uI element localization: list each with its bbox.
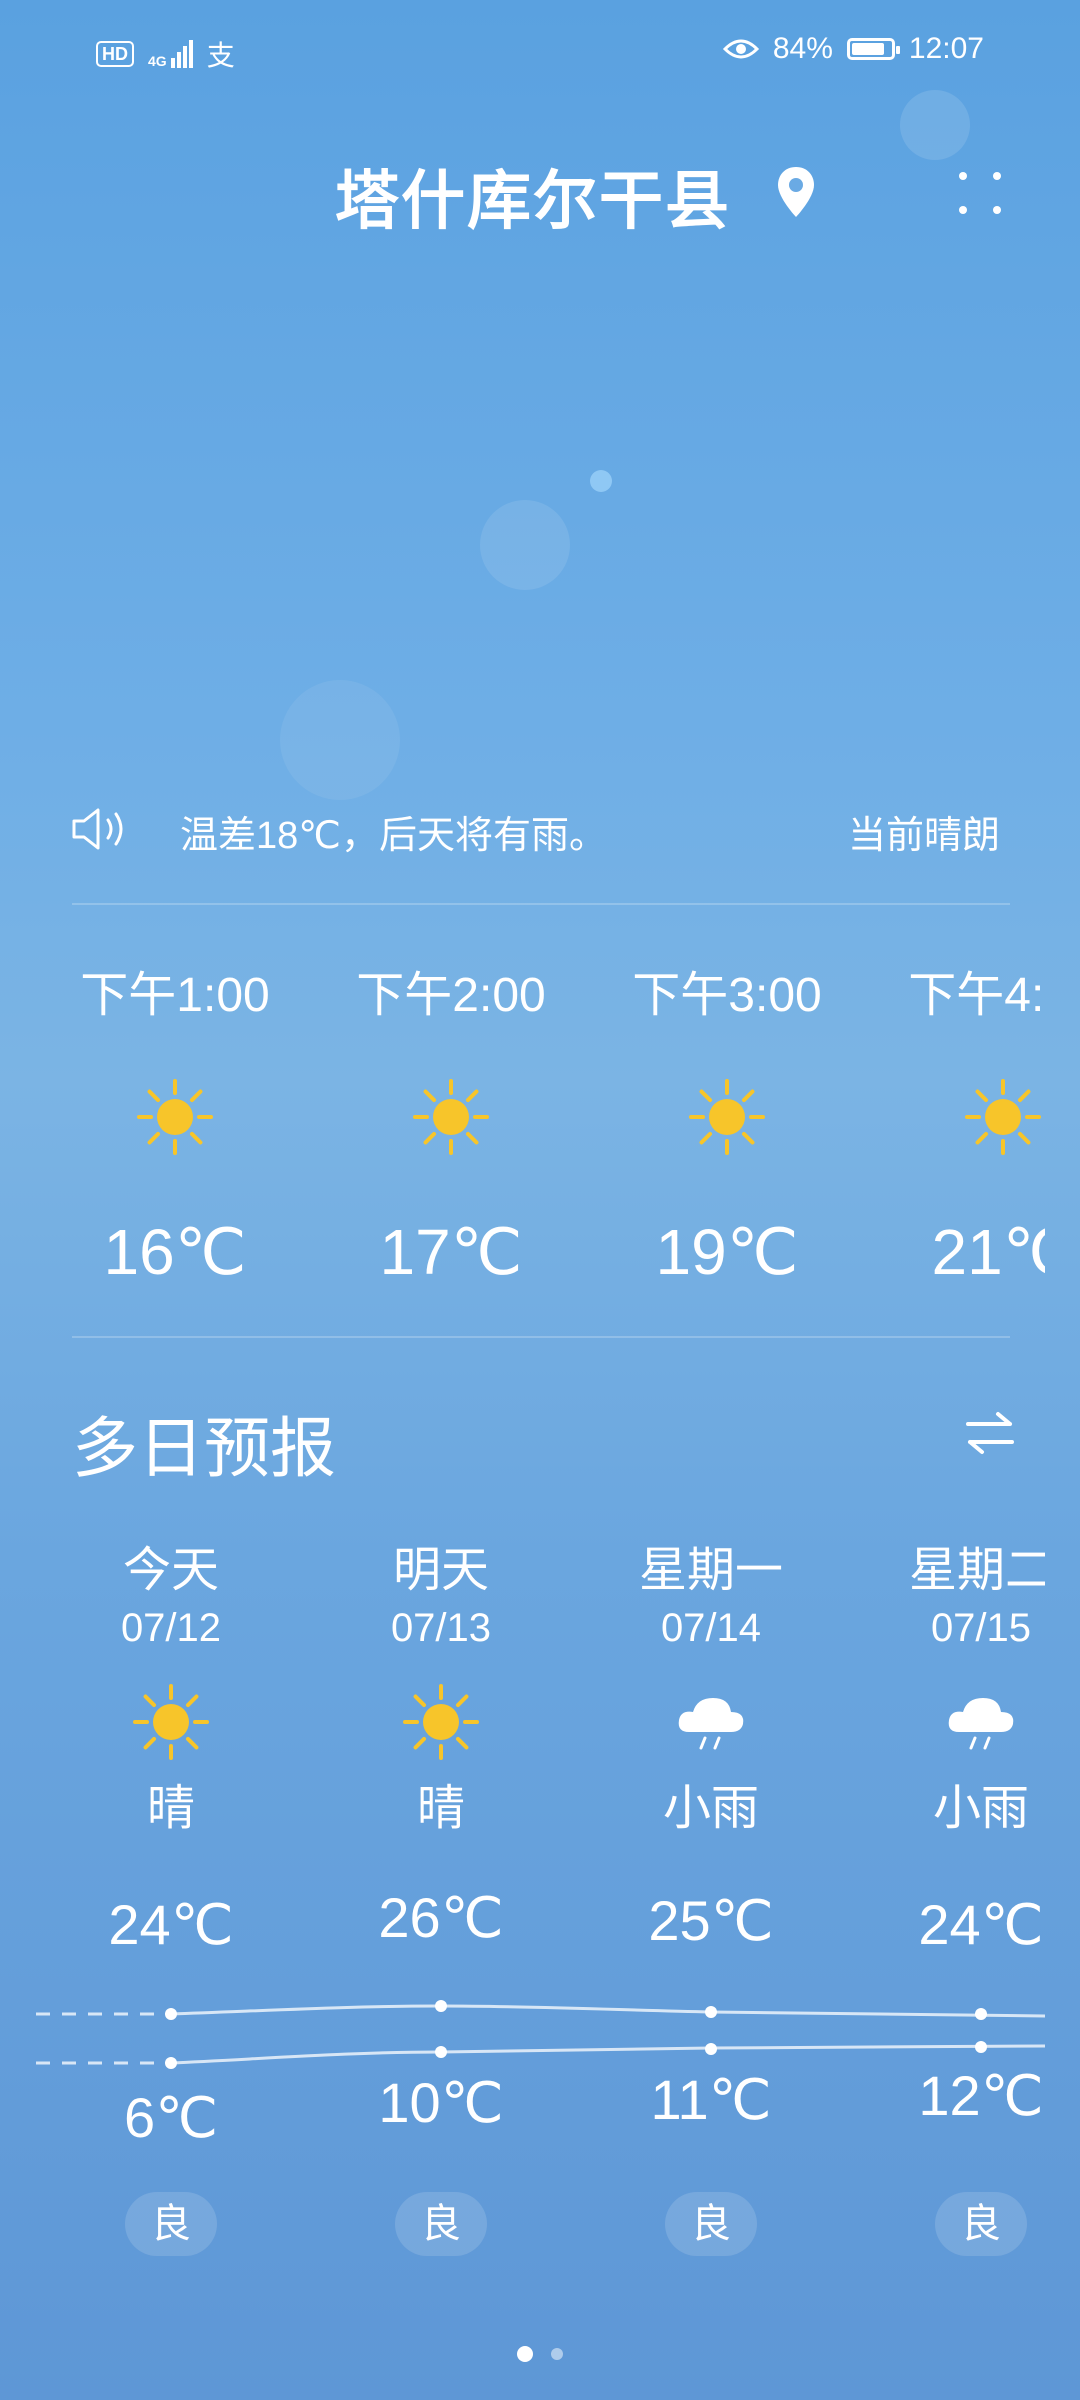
sun-icon <box>36 1682 306 1762</box>
low-point <box>705 2043 717 2055</box>
high-temp: 24℃ <box>108 1893 234 1956</box>
high-temp: 25℃ <box>648 1889 774 1952</box>
sun-icon <box>306 1682 576 1762</box>
day-date: 07/15 <box>930 1606 1032 1650</box>
day-date: 07/14 <box>660 1606 762 1650</box>
day-date: 07/12 <box>120 1606 222 1650</box>
high-trend-line <box>170 2004 1045 2018</box>
hour-temp: 21℃ <box>931 1216 1045 1288</box>
sun-icon <box>589 1077 865 1187</box>
day-column[interactable]: 明天 07/13 晴 <box>306 1530 576 1838</box>
day-name: 星期一 <box>638 1544 783 1597</box>
light-rain-icon <box>846 1682 1045 1762</box>
status-bar: HD 4G 支 84% 12:07 <box>0 28 1080 78</box>
low-temp: 6℃ <box>123 2086 219 2149</box>
page-dot-active <box>517 2346 533 2362</box>
low-temp: 10℃ <box>378 2071 504 2134</box>
header: 塔什库尔干县 <box>0 150 1080 240</box>
signal-icon: 4G <box>148 40 193 68</box>
page-indicator <box>0 2346 1080 2362</box>
page-dot <box>551 2348 563 2360</box>
divider <box>72 903 1010 905</box>
aqi-badge[interactable]: 良 <box>935 2192 1027 2256</box>
low-trend-line <box>170 2044 1045 2065</box>
aqi-badge[interactable]: 良 <box>125 2192 217 2256</box>
lens-flare <box>590 470 612 492</box>
hd-icon: HD <box>96 41 134 67</box>
city-manage-icon[interactable] <box>955 168 1005 218</box>
divider <box>72 1336 1010 1338</box>
sun-icon <box>37 1077 313 1187</box>
hour-item: 下午4:00 21℃ <box>865 955 1045 1290</box>
light-rain-icon <box>576 1682 846 1762</box>
speaker-icon[interactable] <box>70 806 136 852</box>
high-point <box>975 2008 987 2020</box>
day-name: 星期二 <box>908 1544 1045 1597</box>
day-condition: 小雨 <box>662 1782 759 1835</box>
high-temp: 26℃ <box>378 1886 504 1949</box>
aqi-badge[interactable]: 良 <box>665 2192 757 2256</box>
high-temp: 24℃ <box>918 1893 1044 1956</box>
weather-broadcast[interactable]: 温差18℃，后天将有雨。 当前晴朗 <box>0 800 1080 860</box>
low-temp: 11℃ <box>650 2068 772 2131</box>
high-point <box>435 2000 447 2012</box>
low-point <box>165 2057 177 2069</box>
day-condition: 晴 <box>146 1782 195 1835</box>
high-point <box>165 2008 177 2020</box>
hourly-forecast[interactable]: 下午1:00 16℃ 下午2:00 17℃ 下午3:00 19℃ 下午4:00 … <box>0 955 1045 1315</box>
day-column[interactable]: 星期一 07/14 小雨 <box>576 1530 846 1838</box>
battery-percent: 84% <box>772 32 833 65</box>
hour-time: 下午4:00 <box>908 969 1045 1022</box>
low-point <box>975 2041 987 2053</box>
high-point <box>705 2006 717 2018</box>
daily-forecast[interactable]: 今天 07/12 晴 明天 07/13 晴 星期一 07/14 小雨 星期二 0… <box>0 1530 1045 2270</box>
aqi-badge[interactable]: 良 <box>395 2192 487 2256</box>
low-point <box>435 2046 447 2058</box>
day-condition: 小雨 <box>932 1782 1029 1835</box>
lens-flare <box>280 680 400 800</box>
day-column[interactable]: 星期二 07/15 小雨 <box>846 1530 1045 1838</box>
multi-day-title: 多日预报 <box>72 1411 336 1485</box>
hour-temp: 16℃ <box>103 1216 247 1288</box>
day-name: 明天 <box>392 1544 489 1597</box>
broadcast-text: 温差18℃，后天将有雨。 <box>180 815 607 857</box>
battery-icon <box>846 38 900 60</box>
sun-icon <box>865 1077 1045 1187</box>
broadcast-text-next: 当前晴朗 <box>848 815 998 857</box>
day-condition: 晴 <box>416 1782 465 1835</box>
location-pin-icon <box>778 167 814 217</box>
hour-temp: 19℃ <box>655 1216 799 1288</box>
lens-flare <box>480 500 570 590</box>
low-temp: 12℃ <box>918 2064 1044 2127</box>
day-column[interactable]: 今天 07/12 晴 <box>36 1530 306 1838</box>
sun-icon <box>313 1077 589 1187</box>
alipay-notification-icon: 支 <box>206 40 235 71</box>
clock: 12:07 <box>908 32 984 65</box>
day-date: 07/13 <box>390 1606 492 1650</box>
swap-view-icon[interactable] <box>962 1408 1018 1458</box>
hour-temp: 17℃ <box>379 1216 523 1288</box>
day-name: 今天 <box>122 1544 219 1597</box>
city-name[interactable]: 塔什库尔干县 <box>335 150 731 242</box>
eye-comfort-icon <box>722 39 759 59</box>
